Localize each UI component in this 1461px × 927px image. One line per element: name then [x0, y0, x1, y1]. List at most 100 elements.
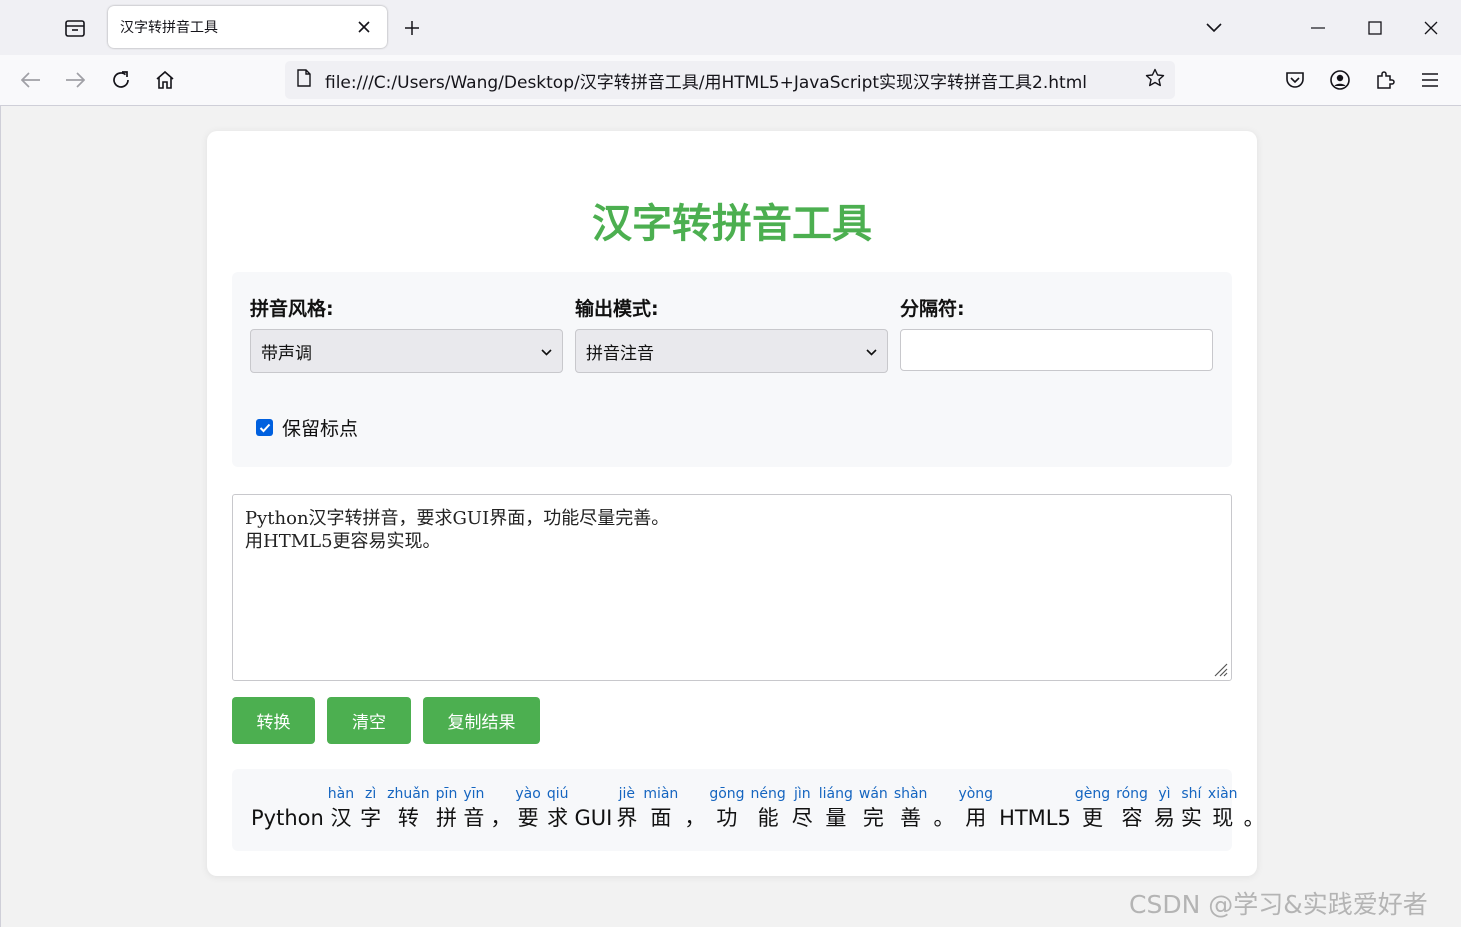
- ruby-char: yīn 音: [463, 787, 484, 829]
- ruby-char: yòng 用: [958, 787, 993, 829]
- hanzi-char: 转: [397, 806, 419, 830]
- hanzi-char: 求: [547, 806, 569, 830]
- ruby-char: yì 易: [1154, 787, 1175, 829]
- reload-icon[interactable]: [104, 63, 138, 97]
- ruby-char: yào 要: [515, 787, 540, 829]
- hanzi-char: 实: [1180, 806, 1202, 830]
- ruby-char: miàn 面: [643, 787, 678, 829]
- close-window-icon[interactable]: [1409, 8, 1453, 48]
- hanzi-char: 用: [965, 806, 987, 830]
- page-viewport: 汉字转拼音工具 拼音风格: 带声调 输出模式: 拼音注音 分隔符: 保留标点 P…: [0, 106, 1461, 927]
- hanzi-char: 要: [517, 806, 539, 830]
- pocket-icon[interactable]: [1278, 63, 1312, 97]
- result-plain-text: ，: [684, 806, 706, 830]
- back-arrow-icon[interactable]: [14, 63, 48, 97]
- chevron-down-icon: [866, 341, 877, 361]
- pinyin-annotation: shí: [1181, 786, 1202, 802]
- hanzi-char: 完: [862, 806, 884, 830]
- keep-punctuation-option[interactable]: 保留标点: [256, 414, 358, 441]
- separator-input[interactable]: [900, 329, 1213, 371]
- copy-result-button[interactable]: 复制结果: [423, 697, 540, 744]
- pinyin-annotation: liáng: [818, 786, 853, 802]
- ruby-char: shàn 善: [894, 787, 928, 829]
- style-option: 拼音风格: 带声调: [250, 294, 563, 373]
- pinyin-annotation: jìn: [793, 786, 811, 802]
- pinyin-annotation: gèng: [1074, 786, 1111, 802]
- mode-select-value: 拼音注音: [586, 343, 654, 364]
- style-select-value: 带声调: [261, 343, 312, 364]
- account-icon[interactable]: [1323, 63, 1357, 97]
- home-icon[interactable]: [148, 63, 182, 97]
- pinyin-annotation: néng: [750, 786, 786, 802]
- hanzi-char: 能: [757, 806, 779, 830]
- clear-button[interactable]: 清空: [327, 697, 411, 744]
- minimize-icon[interactable]: [1296, 8, 1340, 48]
- result-plain-text: ，: [490, 806, 512, 830]
- chevron-down-icon[interactable]: [1198, 12, 1230, 44]
- pinyin-annotation: gōng: [709, 786, 745, 802]
- hanzi-char: 面: [650, 806, 672, 830]
- ruby-char: xiàn 现: [1208, 787, 1238, 829]
- pinyin-annotation: miàn: [643, 786, 679, 802]
- hanzi-char: 现: [1212, 806, 1234, 830]
- hanzi-char: 拼: [436, 806, 457, 830]
- hanzi-char: 尽: [791, 806, 813, 830]
- hanzi-char: 界: [616, 806, 638, 830]
- style-label: 拼音风格:: [250, 298, 334, 320]
- app-card: 汉字转拼音工具 拼音风格: 带声调 输出模式: 拼音注音 分隔符: 保留标点 P…: [207, 131, 1265, 876]
- hanzi-char: 易: [1153, 806, 1175, 830]
- ruby-char: gèng 更: [1075, 787, 1110, 829]
- hanzi-char: 音: [463, 806, 485, 830]
- hanzi-char: 善: [900, 806, 922, 830]
- convert-button[interactable]: 转换: [232, 697, 315, 744]
- menu-icon[interactable]: [1413, 63, 1447, 97]
- chevron-down-icon: [541, 341, 552, 361]
- star-icon[interactable]: [1145, 68, 1165, 92]
- ruby-char: gōng 功: [709, 787, 744, 829]
- hanzi-char: 容: [1121, 806, 1143, 830]
- separator-label: 分隔符:: [900, 298, 965, 320]
- pinyin-annotation: yì: [1158, 786, 1171, 802]
- ruby-char: liáng 量: [819, 787, 853, 829]
- browser-tab[interactable]: 汉字转拼音工具: [108, 6, 387, 48]
- hanzi-char: 字: [360, 806, 382, 830]
- pinyin-annotation: jiè: [618, 786, 636, 802]
- ruby-char: zì 字: [360, 787, 381, 829]
- firefox-view-icon[interactable]: [56, 10, 94, 46]
- ruby-char: qiú 求: [547, 787, 569, 829]
- pinyin-annotation: yīn: [463, 786, 485, 802]
- result-plain-text: GUI: [574, 806, 613, 830]
- keep-punctuation-checkbox[interactable]: [256, 419, 273, 436]
- ruby-char: pīn 拼: [436, 787, 458, 829]
- tab-close-icon[interactable]: [353, 16, 375, 38]
- style-select[interactable]: 带声调: [250, 329, 563, 373]
- ruby-char: wán 完: [859, 787, 888, 829]
- chinese-input-textarea[interactable]: Python汉字转拼音，要求GUI界面，功能尽量完善。 用HTML5更容易实现。: [232, 494, 1232, 681]
- app-title: 汉字转拼音工具: [592, 201, 872, 247]
- url-bar[interactable]: file:///C:/Users/Wang/Desktop/汉字转拼音工具/用H…: [285, 61, 1175, 99]
- pinyin-annotation: hàn: [327, 786, 355, 802]
- result-plain-text: 。: [933, 806, 955, 830]
- maximize-icon[interactable]: [1353, 8, 1397, 48]
- ruby-char: róng 容: [1116, 787, 1148, 829]
- hanzi-char: 汉: [330, 806, 352, 830]
- tab-title: 汉字转拼音工具: [120, 20, 218, 36]
- result-plain-text: 。: [1243, 806, 1265, 830]
- ruby-char: shí 实: [1181, 787, 1202, 829]
- mode-label: 输出模式:: [575, 298, 659, 320]
- mode-select[interactable]: 拼音注音: [575, 329, 888, 373]
- new-tab-icon[interactable]: [396, 12, 428, 44]
- resize-grip-icon[interactable]: [1212, 661, 1228, 677]
- result-plain-text: Python: [251, 806, 324, 830]
- pinyin-annotation: qiú: [546, 786, 569, 802]
- pinyin-result: Python hàn 汉 zì 字 zhuǎn 转 pīn 拼 yīn 音， yào 要 qiú 求 GUI j…: [232, 769, 1265, 851]
- ruby-char: néng 能: [751, 787, 786, 829]
- page-icon: [297, 69, 311, 91]
- extensions-icon[interactable]: [1368, 63, 1402, 97]
- pinyin-annotation: yào: [515, 786, 541, 802]
- ruby-char: jiè 界: [616, 787, 637, 829]
- pinyin-annotation: zì: [365, 786, 377, 802]
- pinyin-annotation: pīn: [435, 786, 458, 802]
- pinyin-annotation: xiàn: [1207, 786, 1238, 802]
- forward-arrow-icon[interactable]: [58, 63, 92, 97]
